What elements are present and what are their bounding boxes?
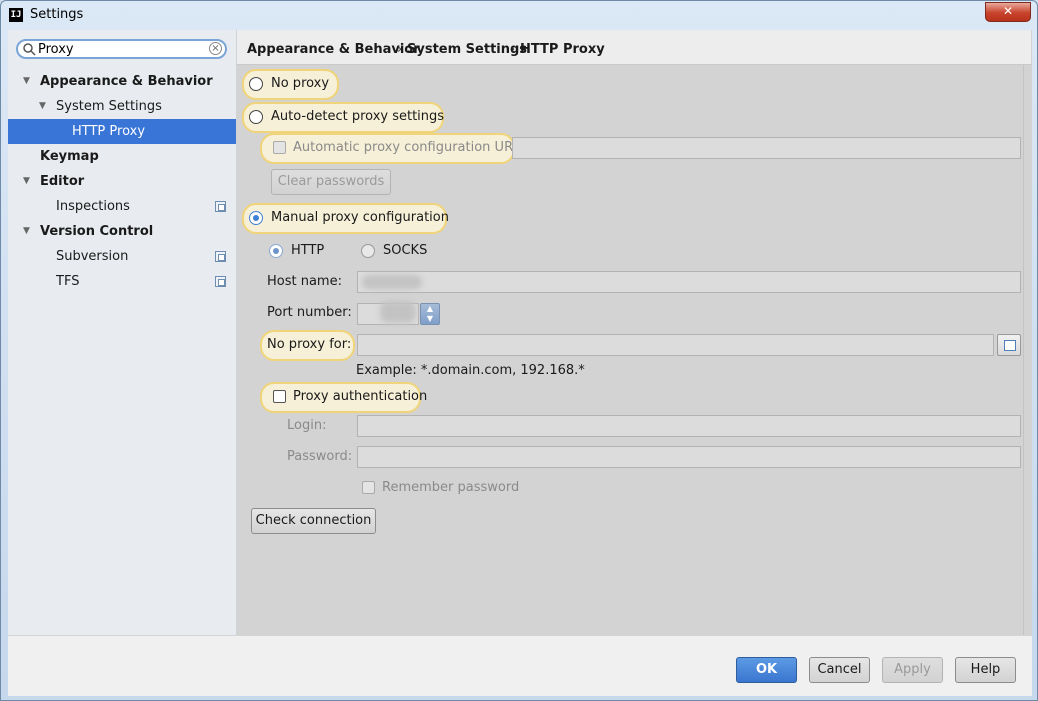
- tree-item-label: System Settings: [56, 99, 162, 114]
- auto-detect-label[interactable]: Auto-detect proxy settings: [271, 109, 444, 124]
- app-icon: IJ: [9, 8, 23, 22]
- auto-config-url-field[interactable]: [512, 137, 1021, 159]
- expand-arrow-icon[interactable]: ▼: [39, 94, 46, 119]
- breadcrumb-separator: ›: [397, 42, 403, 57]
- apply-button[interactable]: Apply: [882, 657, 943, 683]
- breadcrumb: Appearance & Behavior › System Settings …: [237, 30, 1031, 65]
- tree-item-label: Editor: [40, 174, 85, 189]
- settings-sidebar: × ▼ Appearance & Behavior ▼ System Setti…: [8, 30, 237, 635]
- no-proxy-example: Example: *.domain.com, 192.168.*: [356, 363, 585, 378]
- breadcrumb-separator: ›: [510, 42, 516, 57]
- auto-config-url-checkbox[interactable]: [273, 141, 286, 154]
- tree-item-tfs[interactable]: TFS: [8, 269, 236, 294]
- host-name-field[interactable]: [357, 271, 1021, 293]
- content-scrollbar[interactable]: [1023, 65, 1032, 635]
- tree-item-label: Appearance & Behavior: [40, 74, 213, 89]
- clear-search-icon[interactable]: ×: [209, 42, 222, 55]
- no-proxy-label[interactable]: No proxy: [271, 76, 329, 91]
- expand-field-icon[interactable]: [997, 334, 1021, 356]
- socks-label[interactable]: SOCKS: [383, 243, 427, 258]
- settings-window: IJ Settings ✕ × ▼ Appearance & Behavior …: [0, 0, 1038, 701]
- tree-item-inspections[interactable]: Inspections: [8, 194, 236, 219]
- manual-proxy-radio[interactable]: [249, 211, 263, 225]
- socks-radio[interactable]: [361, 244, 375, 258]
- dialog-button-bar: OK Cancel Apply Help: [8, 635, 1032, 696]
- ok-button[interactable]: OK: [736, 657, 797, 683]
- password-field[interactable]: [357, 446, 1021, 468]
- tree-item-label: Keymap: [40, 149, 99, 164]
- title-bar[interactable]: IJ Settings ✕: [1, 1, 1037, 29]
- project-scope-icon: [215, 251, 226, 262]
- password-label: Password:: [287, 449, 353, 464]
- tree-item-label: HTTP Proxy: [72, 124, 146, 139]
- auto-detect-radio[interactable]: [249, 110, 263, 124]
- clear-passwords-button[interactable]: Clear passwords: [271, 169, 391, 195]
- proxy-auth-checkbox[interactable]: [273, 390, 286, 403]
- redacted-host: [362, 275, 422, 289]
- cancel-button[interactable]: Cancel: [809, 657, 870, 683]
- dialog-body: × ▼ Appearance & Behavior ▼ System Setti…: [8, 30, 1032, 696]
- search-icon: [23, 43, 36, 56]
- remember-password-label: Remember password: [382, 480, 520, 495]
- tree-item-appearance-behavior[interactable]: ▼ Appearance & Behavior: [8, 69, 236, 94]
- help-button[interactable]: Help: [955, 657, 1016, 683]
- window-title: Settings: [30, 7, 84, 22]
- host-name-label: Host name:: [267, 274, 342, 289]
- expand-arrow-icon[interactable]: ▼: [23, 169, 30, 194]
- http-radio[interactable]: [269, 244, 283, 258]
- port-spinner[interactable]: ▲ ▼: [420, 303, 440, 325]
- login-field[interactable]: [357, 415, 1021, 437]
- tree-item-label: Version Control: [40, 224, 154, 239]
- http-label[interactable]: HTTP: [291, 243, 324, 258]
- tree-item-keymap[interactable]: Keymap: [8, 144, 236, 169]
- tree-item-editor[interactable]: ▼ Editor: [8, 169, 236, 194]
- search-input[interactable]: [38, 41, 203, 57]
- tree-item-http-proxy[interactable]: HTTP Proxy: [8, 119, 236, 144]
- settings-content: Appearance & Behavior › System Settings …: [237, 30, 1032, 635]
- project-scope-icon: [215, 276, 226, 287]
- remember-password-checkbox[interactable]: [362, 481, 375, 494]
- port-number-field[interactable]: [357, 301, 419, 325]
- project-scope-icon: [215, 201, 226, 212]
- check-connection-button[interactable]: Check connection: [251, 508, 376, 534]
- proxy-auth-label[interactable]: Proxy authentication: [293, 389, 427, 404]
- no-proxy-for-field[interactable]: [357, 334, 994, 356]
- no-proxy-radio[interactable]: [249, 77, 263, 91]
- close-button[interactable]: ✕: [985, 2, 1031, 22]
- expand-arrow-icon[interactable]: ▼: [23, 69, 30, 94]
- breadcrumb-item: Appearance & Behavior: [247, 42, 420, 57]
- search-box[interactable]: ×: [16, 39, 227, 59]
- manual-proxy-label[interactable]: Manual proxy configuration: [271, 210, 449, 225]
- breadcrumb-item: HTTP Proxy: [520, 42, 605, 57]
- port-number-label: Port number:: [267, 305, 352, 320]
- login-label: Login:: [287, 418, 327, 433]
- no-proxy-for-label: No proxy for:: [267, 337, 352, 352]
- redacted-port: [380, 301, 416, 323]
- tree-item-label: Subversion: [56, 249, 129, 264]
- tree-item-version-control[interactable]: ▼ Version Control: [8, 219, 236, 244]
- auto-config-url-label: Automatic proxy configuration URL:: [293, 140, 525, 155]
- tree-item-subversion[interactable]: Subversion: [8, 244, 236, 269]
- tree-item-label: Inspections: [56, 199, 130, 214]
- tree-item-system-settings[interactable]: ▼ System Settings: [8, 94, 236, 119]
- expand-arrow-icon[interactable]: ▼: [23, 219, 30, 244]
- tree-item-label: TFS: [56, 274, 80, 289]
